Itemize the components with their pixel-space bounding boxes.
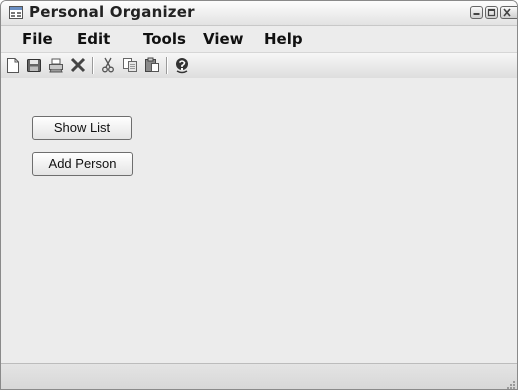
delete-icon[interactable]: [69, 56, 87, 74]
menu-view[interactable]: View: [203, 30, 244, 48]
toolbar-separator: [166, 57, 168, 74]
application-window: Personal Organizer File Edit Tools View …: [0, 0, 518, 390]
paste-icon[interactable]: [143, 56, 161, 74]
add-person-button[interactable]: Add Person: [32, 152, 133, 176]
close-icon[interactable]: [500, 6, 517, 19]
menu-help[interactable]: Help: [264, 30, 303, 48]
copy-icon[interactable]: [121, 56, 139, 74]
toolbar-separator: [92, 57, 94, 74]
save-icon[interactable]: [25, 56, 43, 74]
menu-edit[interactable]: Edit: [77, 30, 110, 48]
window-app-icon[interactable]: [9, 6, 23, 19]
menu-file[interactable]: File: [22, 30, 53, 48]
maximize-icon[interactable]: [485, 6, 498, 19]
status-bar: [1, 363, 517, 389]
new-document-icon[interactable]: [4, 56, 22, 74]
show-list-button[interactable]: Show List: [32, 116, 132, 140]
menu-tools[interactable]: Tools: [143, 30, 186, 48]
help-icon[interactable]: [173, 56, 191, 74]
window-title: Personal Organizer: [29, 3, 195, 21]
print-icon[interactable]: [47, 56, 65, 74]
minimize-icon[interactable]: [470, 6, 483, 19]
main-content: Show List Add Person: [1, 78, 517, 363]
cut-icon[interactable]: [99, 56, 117, 74]
title-bar[interactable]: Personal Organizer: [1, 1, 517, 26]
menu-bar: File Edit Tools View Help: [1, 26, 517, 52]
resize-grip-icon[interactable]: [504, 377, 516, 389]
toolbar: [1, 52, 517, 79]
